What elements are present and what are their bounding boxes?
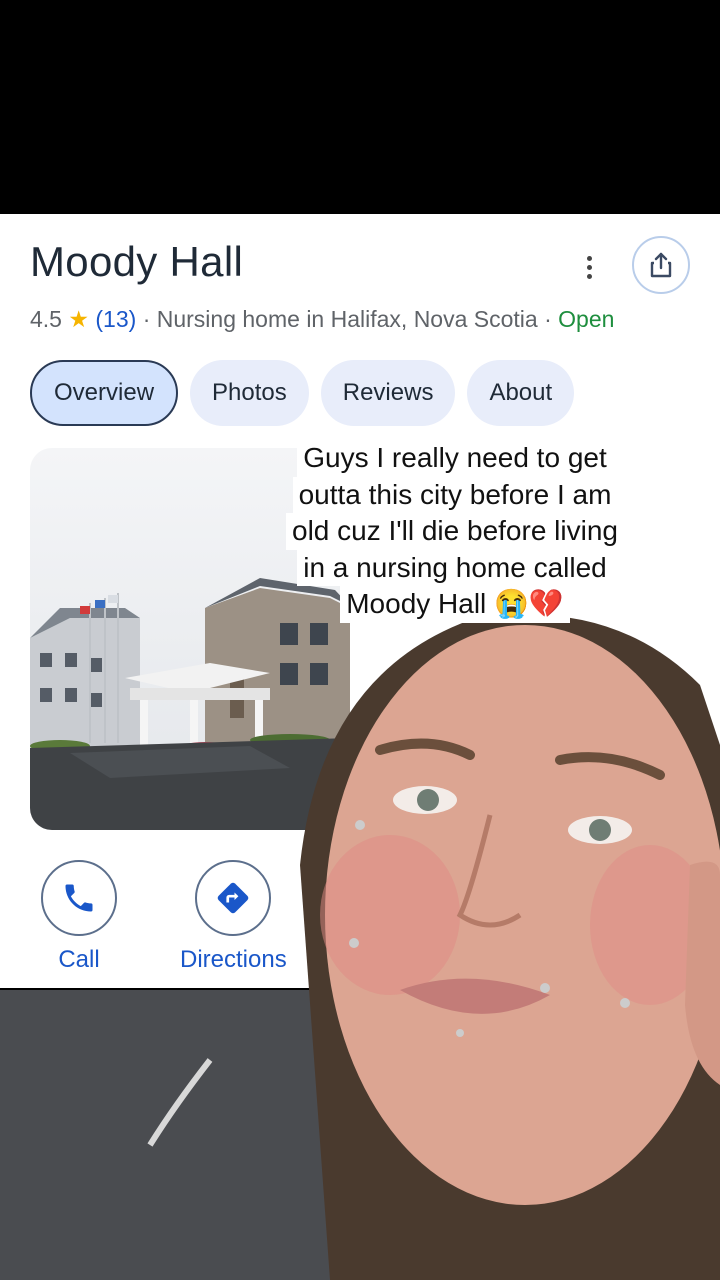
separator: ·	[544, 306, 552, 332]
caption-line: Guys I really need to get	[297, 440, 613, 477]
place-info-row: 4.5 ★ (13) · Nursing home in Halifax, No…	[30, 306, 614, 333]
open-status: Open	[558, 306, 615, 332]
caption-line: Moody Hall 😭💔	[340, 586, 570, 623]
tab-overview[interactable]: Overview	[30, 360, 179, 426]
share-icon	[650, 252, 672, 278]
tab-reviews[interactable]: Reviews	[320, 360, 456, 426]
video-top-black-bar	[0, 0, 720, 214]
tab-photos[interactable]: Photos	[190, 360, 309, 426]
place-title: Moody Hall	[30, 238, 244, 285]
place-tabs: Overview Photos Reviews About	[30, 360, 575, 426]
more-vert-icon[interactable]	[574, 250, 604, 284]
review-count-link[interactable]: (13)	[95, 306, 136, 332]
rating-value: 4.5	[30, 306, 62, 332]
share-button[interactable]	[632, 236, 690, 294]
caption-line: old cuz I'll die before living	[286, 513, 624, 550]
separator: ·	[142, 306, 151, 332]
caption-line: in a nursing home called	[297, 549, 613, 586]
video-caption: Guys I really need to get outta this cit…	[262, 440, 648, 623]
caption-line: outta this city before I am	[292, 476, 618, 513]
tab-about[interactable]: About	[467, 360, 575, 426]
place-category: Nursing home in Halifax, Nova Scotia	[156, 306, 538, 332]
star-icon: ★	[68, 306, 89, 332]
